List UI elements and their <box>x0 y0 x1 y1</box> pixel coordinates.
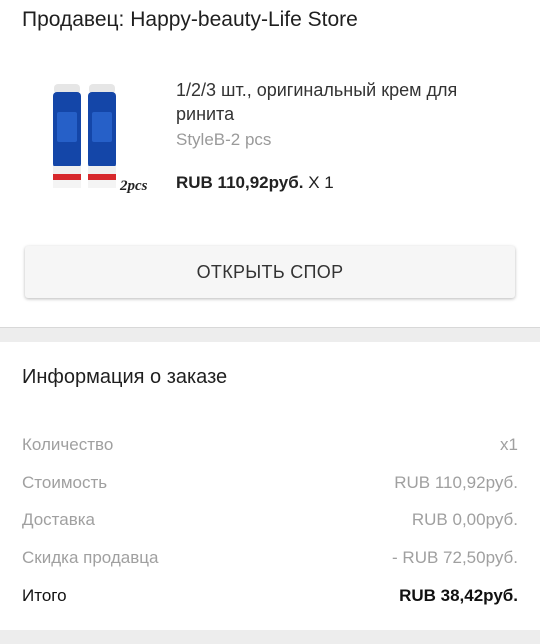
shipping-row: Доставка RUB 0,00руб. <box>22 510 518 534</box>
cost-row: Стоимость RUB 110,92руб. <box>22 473 518 497</box>
seller-discount-label: Скидка продавца <box>22 548 159 567</box>
product-price: RUB 110,92руб. <box>176 173 304 192</box>
seller-name[interactable]: Продавец: Happy-beauty-Life Store <box>22 8 358 32</box>
quantity-row: Количество x1 <box>22 435 518 459</box>
shipping-value: RUB 0,00руб. <box>411 510 518 529</box>
quantity-label: Количество <box>22 435 114 454</box>
tube-left <box>53 84 81 188</box>
cost-value: RUB 110,92руб. <box>394 473 518 492</box>
product-image[interactable]: 2pcs <box>48 82 160 194</box>
product-qty: X 1 <box>308 173 334 192</box>
total-value: RUB 38,42руб. <box>399 586 518 605</box>
seller-discount-row: Скидка продавца - RUB 72,50руб. <box>22 548 518 572</box>
open-dispute-button[interactable]: ОТКРЫТЬ СПОР <box>25 246 515 298</box>
product-item[interactable]: 2pcs 1/2/3 шт., оригинальный крем для ри… <box>0 70 540 220</box>
product-variant: StyleB-2 pcs <box>176 130 272 149</box>
shipping-label: Доставка <box>22 510 96 529</box>
tube-right <box>88 84 116 188</box>
bottom-divider <box>0 630 540 644</box>
product-price-line: RUB 110,92руб. X 1 <box>176 173 334 193</box>
product-title[interactable]: 1/2/3 шт., оригинальный крем для ринита <box>176 78 516 126</box>
total-row: Итого RUB 38,42руб. <box>22 586 518 610</box>
seller-discount-value: - RUB 72,50руб. <box>392 548 518 567</box>
section-divider <box>0 327 540 342</box>
total-label: Итого <box>22 586 67 605</box>
cost-label: Стоимость <box>22 473 108 492</box>
image-caption: 2pcs <box>119 178 148 194</box>
quantity-value: x1 <box>500 435 518 454</box>
order-info-title: Информация о заказе <box>22 366 228 388</box>
